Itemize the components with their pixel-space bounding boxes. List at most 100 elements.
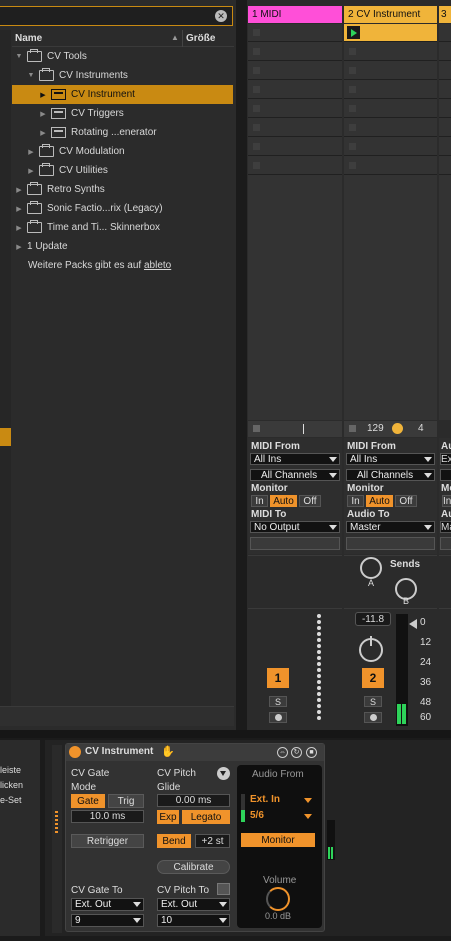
track-2-activator-button[interactable]: 2 — [362, 668, 384, 688]
tree-item-cv-triggers[interactable]: ▶ CV Triggers — [12, 104, 233, 123]
clip-slot[interactable] — [248, 157, 342, 175]
track-header-2[interactable]: 2 CV Instrument — [344, 6, 437, 23]
track-2-solo-button[interactable]: S — [364, 696, 382, 707]
monitor-in-button[interactable]: In — [347, 495, 364, 507]
midi-from-dropdown[interactable]: All Ins — [250, 453, 340, 465]
trig-mode-button[interactable]: Trig — [108, 794, 144, 808]
monitor-auto-button[interactable]: Auto — [270, 495, 297, 507]
audio-to-channel-field[interactable] — [346, 537, 435, 550]
send-a-knob[interactable] — [360, 557, 382, 579]
stop-clip-icon[interactable] — [349, 425, 356, 432]
partial-field[interactable] — [440, 537, 451, 550]
monitor-off-button[interactable]: Off — [299, 495, 321, 507]
audio-monitor-button[interactable]: Monitor — [241, 833, 315, 847]
glide-field[interactable]: 0.00 ms — [157, 794, 230, 807]
collapsed-arrow-icon[interactable]: ▶ — [26, 148, 36, 156]
clip-slot[interactable] — [248, 138, 342, 156]
exp-button[interactable]: Exp — [157, 810, 179, 824]
clip-slot[interactable] — [344, 157, 437, 175]
gate-channel-dropdown[interactable]: 9 — [71, 914, 144, 927]
pitch-channel-dropdown[interactable]: 10 — [157, 914, 230, 927]
track-1-arm-button[interactable] — [269, 712, 287, 723]
search-bar[interactable]: ✕ — [0, 6, 233, 26]
collapsed-arrow-icon[interactable]: ▶ — [38, 110, 48, 118]
hot-swap-icon[interactable]: ⇔ — [277, 747, 288, 758]
pitch-menu-icon[interactable] — [217, 767, 230, 780]
expanded-arrow-icon[interactable]: ▼ — [26, 72, 36, 79]
tree-item-rotating-generator[interactable]: ▶ Rotating ...enerator — [12, 123, 233, 142]
play-clip-icon[interactable] — [347, 26, 360, 39]
partial-dropdown[interactable]: Ma — [440, 521, 451, 533]
count-value[interactable]: 4 — [418, 423, 424, 434]
volume-knob[interactable] — [266, 887, 290, 911]
monitor-in-button[interactable]: In — [251, 495, 268, 507]
clip-slot[interactable] — [439, 62, 451, 80]
clip-slot[interactable] — [439, 81, 451, 99]
clip-slot[interactable] — [248, 62, 342, 80]
track-2-arm-button[interactable] — [364, 712, 382, 723]
fader-handle-icon[interactable] — [409, 619, 417, 629]
presets-icon[interactable]: ↻ — [291, 747, 302, 758]
clip-slot[interactable] — [248, 81, 342, 99]
track-1-activator-button[interactable]: 1 — [267, 668, 289, 688]
bend-range-field[interactable]: +2 st — [195, 834, 230, 848]
legato-button[interactable]: Legato — [182, 810, 230, 824]
sort-up-icon[interactable]: ▲ — [171, 33, 179, 42]
collapsed-arrow-icon[interactable]: ▶ — [38, 129, 48, 137]
clip-slot[interactable] — [439, 157, 451, 175]
midi-to-dropdown[interactable]: No Output — [250, 521, 340, 533]
clip-slot[interactable] — [439, 119, 451, 137]
monitor-auto-button[interactable]: Auto — [366, 495, 393, 507]
collapsed-arrow-icon[interactable]: ▶ — [14, 224, 24, 232]
tree-item-update[interactable]: ▶ 1 Update — [12, 237, 233, 256]
more-packs-link[interactable]: ableto — [144, 260, 171, 271]
collapsed-arrow-icon[interactable]: ▶ — [14, 205, 24, 213]
channel-dropdown[interactable]: All Channels — [346, 469, 435, 481]
clear-search-icon[interactable]: ✕ — [215, 10, 227, 22]
expanded-arrow-icon[interactable]: ▼ — [14, 53, 24, 60]
tree-item-cv-utilities[interactable]: ▶ CV Utilities — [12, 161, 233, 180]
tempo-value[interactable]: 129 — [367, 423, 384, 434]
browser-scrollbar[interactable] — [0, 706, 234, 726]
pitch-settings-icon[interactable] — [217, 883, 230, 895]
track-header-3[interactable]: 3 — [439, 6, 451, 23]
pitch-out-dropdown[interactable]: Ext. Out — [157, 898, 230, 911]
column-name-header[interactable]: Name — [15, 33, 42, 44]
clip-slot[interactable] — [248, 43, 342, 61]
clip-slot[interactable] — [344, 119, 437, 137]
track-header-1[interactable]: 1 MIDI — [248, 6, 342, 23]
midi-to-channel-field[interactable] — [250, 537, 340, 550]
save-preset-icon[interactable]: ■ — [306, 747, 317, 758]
tree-item-cv-instruments[interactable]: ▼ CV Instruments — [12, 66, 233, 85]
clip-slot[interactable] — [344, 24, 437, 42]
clip-slot[interactable] — [439, 43, 451, 61]
tree-item-sonic-faction[interactable]: ▶ Sonic Factio...rix (Legacy) — [12, 199, 233, 218]
midi-from-dropdown[interactable]: All Ins — [346, 453, 435, 465]
device-title-bar[interactable]: CV Instrument ✋ ⇔ ↻ ■ — [66, 744, 324, 761]
audio-channel-dropdown[interactable]: 5/6 — [250, 810, 316, 823]
gate-time-field[interactable]: 10.0 ms — [71, 810, 144, 823]
track-1-solo-button[interactable]: S — [269, 696, 287, 707]
clip-slot[interactable] — [248, 119, 342, 137]
audio-to-dropdown[interactable]: Master — [346, 521, 435, 533]
clip-slot[interactable] — [344, 81, 437, 99]
collapsed-arrow-icon[interactable]: ▶ — [14, 243, 24, 251]
tree-item-cv-instrument[interactable]: ▶ CV Instrument — [12, 85, 233, 104]
clip-slot[interactable] — [344, 43, 437, 61]
tempo-dial-icon[interactable] — [392, 423, 403, 434]
clip-slot[interactable] — [248, 100, 342, 118]
calibrate-button[interactable]: Calibrate — [157, 860, 230, 874]
stop-clip-icon[interactable] — [253, 425, 260, 432]
partial-dropdown[interactable] — [440, 469, 451, 481]
collapsed-arrow-icon[interactable]: ▶ — [38, 91, 48, 99]
bend-button[interactable]: Bend — [157, 834, 191, 848]
monitor-off-button[interactable]: Off — [395, 495, 417, 507]
partial-dropdown[interactable]: Ex — [440, 453, 451, 465]
tree-item-cv-modulation[interactable]: ▶ CV Modulation — [12, 142, 233, 161]
gate-out-dropdown[interactable]: Ext. Out — [71, 898, 144, 911]
clip-slot[interactable] — [344, 138, 437, 156]
retrigger-button[interactable]: Retrigger — [71, 834, 144, 848]
volume-display[interactable]: -11.8 — [355, 612, 391, 626]
column-size-header[interactable]: Größe — [186, 33, 215, 44]
device-activator-icon[interactable] — [69, 746, 81, 758]
